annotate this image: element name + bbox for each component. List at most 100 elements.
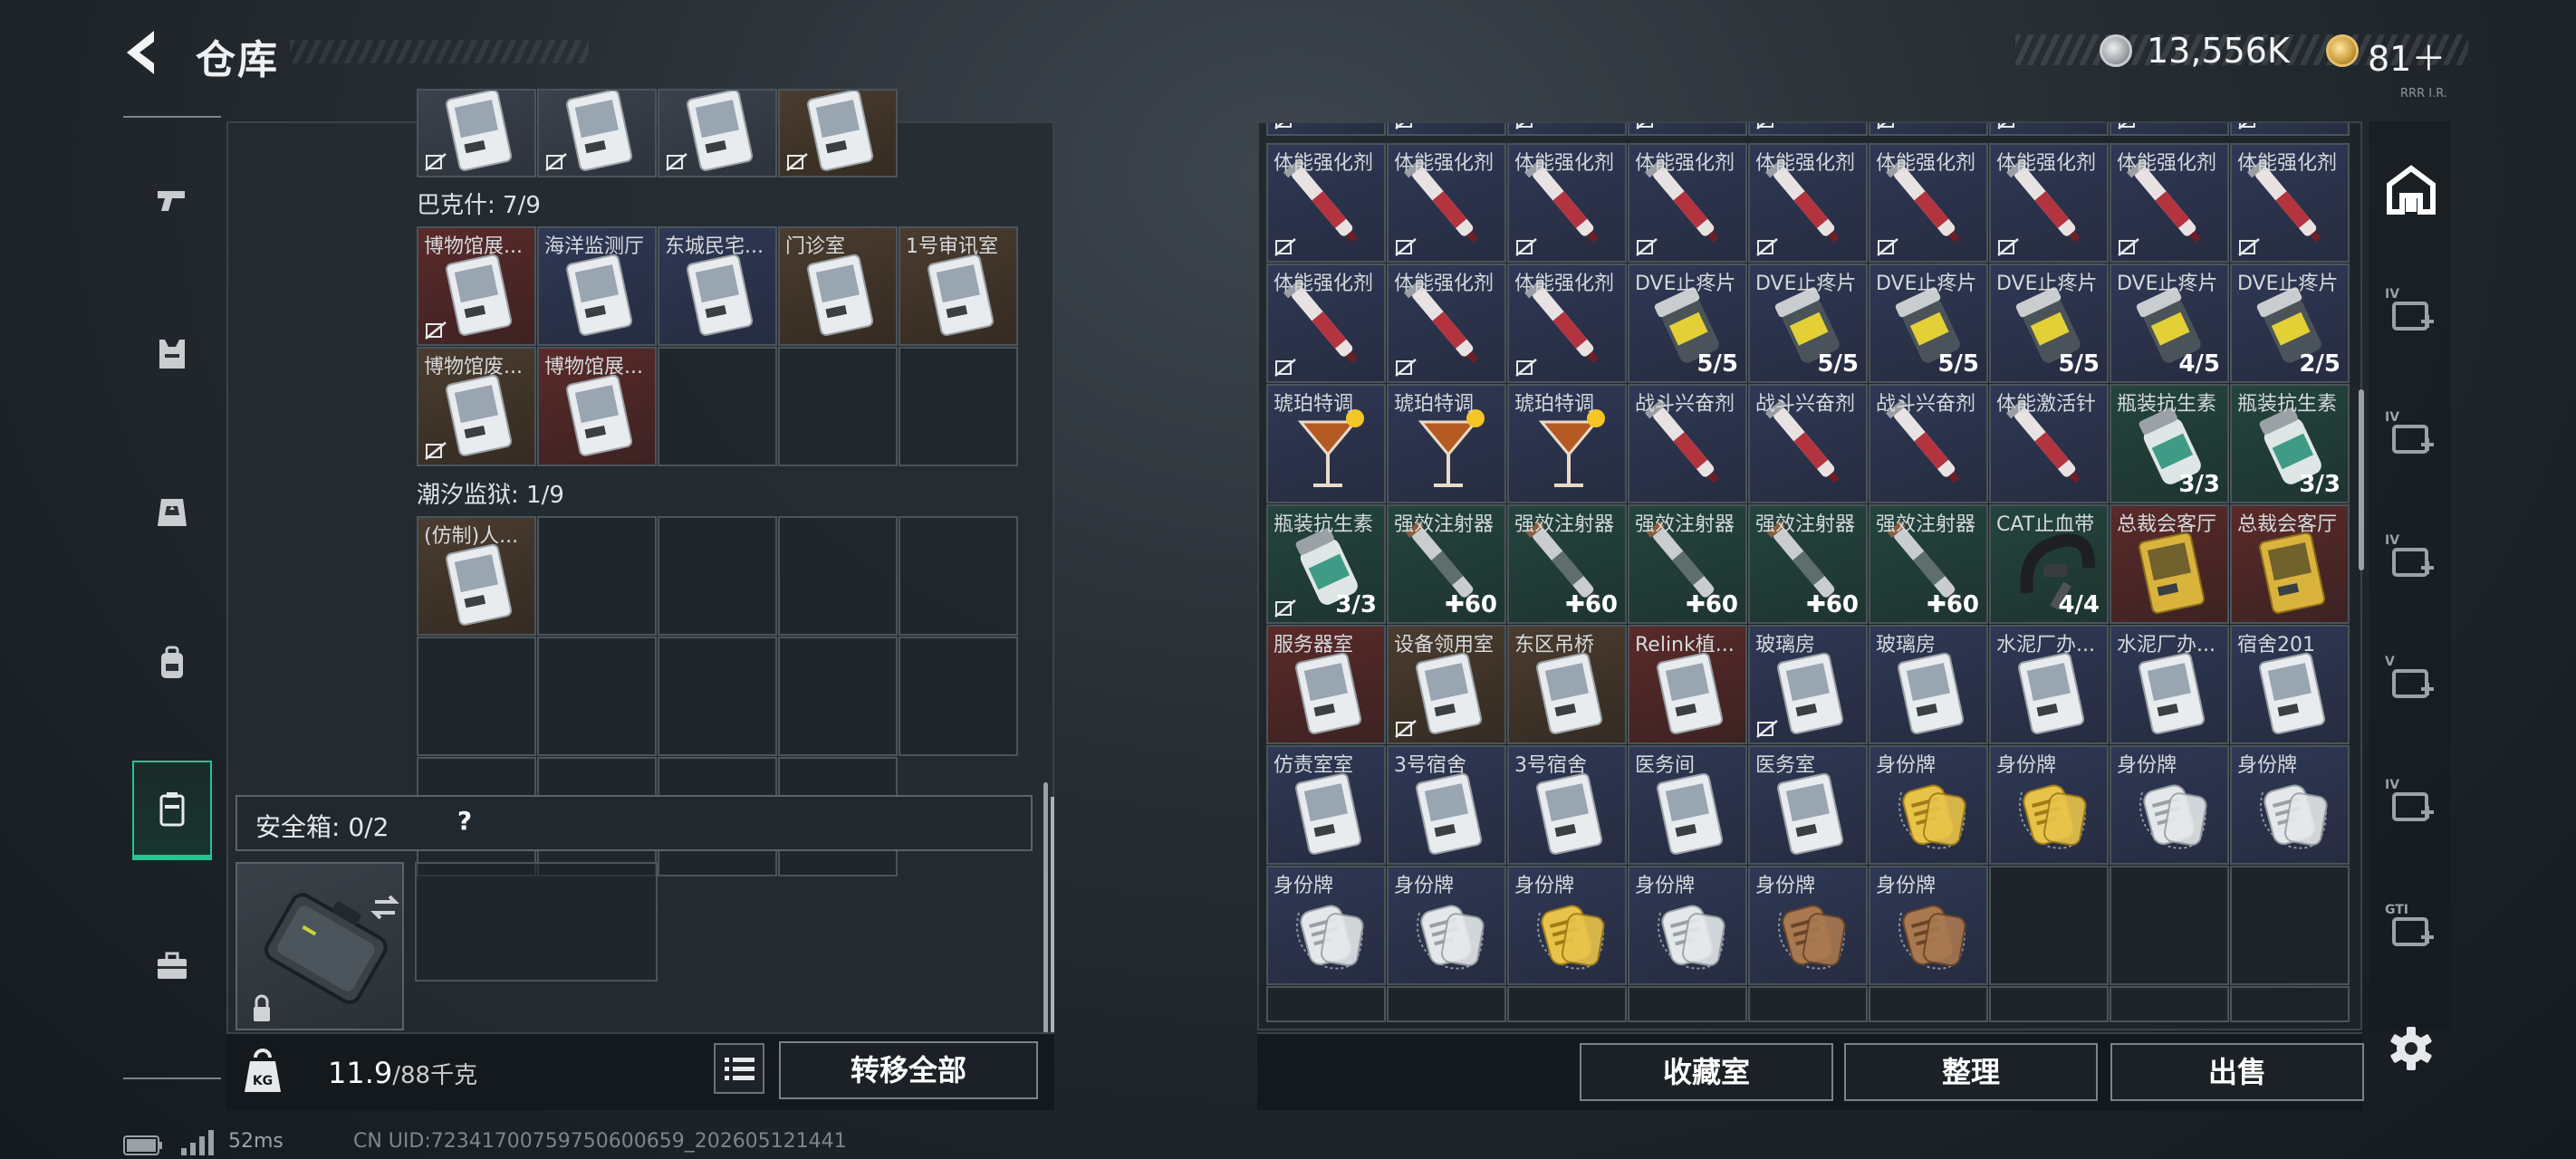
inventory-slot[interactable]: 玻璃房	[1869, 625, 1988, 744]
category-medical-kit-iv-2[interactable]: IV	[2373, 759, 2449, 849]
inventory-slot[interactable]: CAT止血带 4/4	[1989, 504, 2109, 624]
storage-slot-partial[interactable]	[417, 89, 536, 177]
inventory-slot[interactable]: 宿舍201	[2230, 625, 2350, 744]
storage-slot-partial[interactable]	[658, 89, 777, 177]
nav-backpack[interactable]	[132, 612, 212, 712]
inventory-slot[interactable]: 身份牌	[1507, 866, 1627, 985]
inventory-slot[interactable]: 身份牌	[1387, 866, 1506, 985]
category-gti-folder[interactable]: GTI	[2373, 884, 2449, 974]
inventory-slot[interactable]: DVE止疼片 4/5	[2110, 263, 2229, 383]
inventory-slot[interactable]: 身份牌	[1748, 866, 1868, 985]
nav-toolbox[interactable]	[132, 915, 212, 1014]
storage-slot-empty[interactable]	[899, 637, 1018, 756]
inventory-slot[interactable]: 瓶装抗生素 3/3	[1266, 504, 1386, 624]
inventory-slot[interactable]: 体能强化剂	[1507, 143, 1627, 263]
inventory-slot-partial[interactable]	[2230, 986, 2350, 1022]
storage-slot-empty[interactable]	[658, 637, 777, 756]
inventory-slot[interactable]: 体能强化剂	[1387, 263, 1506, 383]
storage-slot[interactable]: 博物馆展...	[417, 226, 536, 346]
category-stash-building[interactable]	[2373, 145, 2449, 235]
inventory-slot[interactable]: 身份牌	[1628, 866, 1747, 985]
inventory-slot[interactable]: 服务器室	[1266, 625, 1386, 744]
storage-slot-partial[interactable]	[1748, 123, 1868, 136]
inventory-slot[interactable]: 身份牌	[2110, 745, 2229, 865]
storage-slot[interactable]: 海洋监测厅	[537, 226, 657, 346]
inventory-slot[interactable]: 体能强化剂	[2110, 143, 2229, 263]
inventory-slot[interactable]: 水泥厂办...	[2110, 625, 2229, 744]
storage-slot-empty[interactable]	[658, 347, 777, 466]
storage-slot-empty[interactable]	[778, 516, 898, 636]
inventory-slot[interactable]: 体能强化剂	[1266, 143, 1386, 263]
inventory-slot[interactable]: 体能强化剂	[1507, 263, 1627, 383]
inventory-slot[interactable]: DVE止疼片 5/5	[1869, 263, 1988, 383]
storage-slot[interactable]: 1号审讯室	[899, 226, 1018, 346]
inventory-slot[interactable]: 战斗兴奋剂	[1869, 384, 1988, 503]
category-medical-kit-iv[interactable]: IV	[2373, 268, 2449, 359]
storage-slot-empty[interactable]	[778, 637, 898, 756]
storage-slot[interactable]: 东城民宅...	[658, 226, 777, 346]
inventory-slot[interactable]: 琥珀特调	[1266, 384, 1386, 503]
inventory-slot[interactable]: DVE止疼片 2/5	[2230, 263, 2350, 383]
safe-box-slot[interactable]	[235, 862, 404, 1030]
inventory-slot[interactable]: 仿责室室	[1266, 745, 1386, 865]
inventory-slot-partial[interactable]	[1628, 986, 1747, 1022]
storage-slot-empty[interactable]	[658, 516, 777, 636]
inventory-slot[interactable]: 强效注射器 ✚60	[1869, 504, 1988, 624]
storage-slot-partial[interactable]	[2230, 123, 2350, 136]
storage-slot-partial[interactable]	[2110, 123, 2229, 136]
storage-slot-empty[interactable]	[417, 637, 536, 756]
storage-slot-partial[interactable]	[778, 89, 898, 177]
organize-button[interactable]: 整理	[1844, 1043, 2098, 1101]
inventory-slot[interactable]: 总裁会客厅	[2230, 504, 2350, 624]
storage-slot[interactable]: 博物馆展...	[537, 347, 657, 466]
storage-slot-empty[interactable]	[778, 347, 898, 466]
list-view-icon[interactable]	[714, 1043, 764, 1094]
inventory-slot[interactable]: DVE止疼片 5/5	[1989, 263, 2109, 383]
storage-slot-empty[interactable]	[899, 347, 1018, 466]
inventory-slot[interactable]: 体能强化剂	[1628, 143, 1747, 263]
inventory-slot-partial[interactable]	[2110, 986, 2229, 1022]
right-scrollbar[interactable]	[2359, 389, 2364, 570]
inventory-slot[interactable]: 强效注射器 ✚60	[1748, 504, 1868, 624]
inventory-slot[interactable]: 强效注射器 ✚60	[1387, 504, 1506, 624]
help-icon[interactable]: ?	[447, 806, 482, 840]
settings-gear-icon[interactable]	[2384, 1021, 2438, 1076]
inventory-slot[interactable]: 身份牌	[2230, 745, 2350, 865]
inventory-slot[interactable]: 瓶装抗生素 3/3	[2230, 384, 2350, 503]
inventory-slot-empty[interactable]	[2110, 866, 2229, 985]
inventory-slot-empty[interactable]	[2230, 866, 2350, 985]
category-folder-iv[interactable]: IV	[2373, 514, 2449, 605]
inventory-slot[interactable]: 玻璃房	[1748, 625, 1868, 744]
sell-button[interactable]: 出售	[2110, 1043, 2364, 1101]
inventory-slot[interactable]: 琥珀特调	[1387, 384, 1506, 503]
inventory-slot[interactable]: 东区吊桥	[1507, 625, 1627, 744]
nav-safe-case[interactable]	[132, 761, 212, 860]
inventory-slot-partial[interactable]	[1266, 986, 1386, 1022]
gold-currency-amount[interactable]: 81＋	[2368, 31, 2446, 81]
inventory-slot[interactable]: 医务间	[1628, 745, 1747, 865]
inventory-slot[interactable]: 体能强化剂	[2230, 143, 2350, 263]
nav-chest-rig[interactable]	[132, 460, 212, 560]
inventory-slot[interactable]: 3号宿舍	[1507, 745, 1627, 865]
safe-box-empty-slot[interactable]	[415, 862, 658, 982]
inventory-slot[interactable]: Relink植...	[1628, 625, 1747, 744]
inventory-slot[interactable]: 身份牌	[1869, 866, 1988, 985]
storage-slot-partial[interactable]	[1266, 123, 1386, 136]
inventory-slot-empty[interactable]	[1989, 866, 2109, 985]
inventory-slot[interactable]: 身份牌	[1869, 745, 1988, 865]
inventory-slot[interactable]: 身份牌	[1989, 745, 2109, 865]
inventory-slot[interactable]: 3号宿舍	[1387, 745, 1506, 865]
collection-room-button[interactable]: 收藏室	[1580, 1043, 1833, 1101]
inventory-slot[interactable]: 身份牌	[1266, 866, 1386, 985]
inventory-slot[interactable]: 体能强化剂	[1989, 143, 2109, 263]
storage-slot[interactable]: 博物馆废...	[417, 347, 536, 466]
panel-scrollbar[interactable]	[1051, 797, 1054, 1068]
storage-slot-partial[interactable]	[1628, 123, 1747, 136]
inventory-slot[interactable]: 琥珀特调	[1507, 384, 1627, 503]
storage-slot-partial[interactable]	[1869, 123, 1988, 136]
inventory-slot-partial[interactable]	[1507, 986, 1627, 1022]
category-camera-v[interactable]: V	[2373, 636, 2449, 726]
inventory-slot[interactable]: 体能强化剂	[1266, 263, 1386, 383]
inventory-slot[interactable]: 体能强化剂	[1748, 143, 1868, 263]
storage-slot-empty[interactable]	[537, 637, 657, 756]
